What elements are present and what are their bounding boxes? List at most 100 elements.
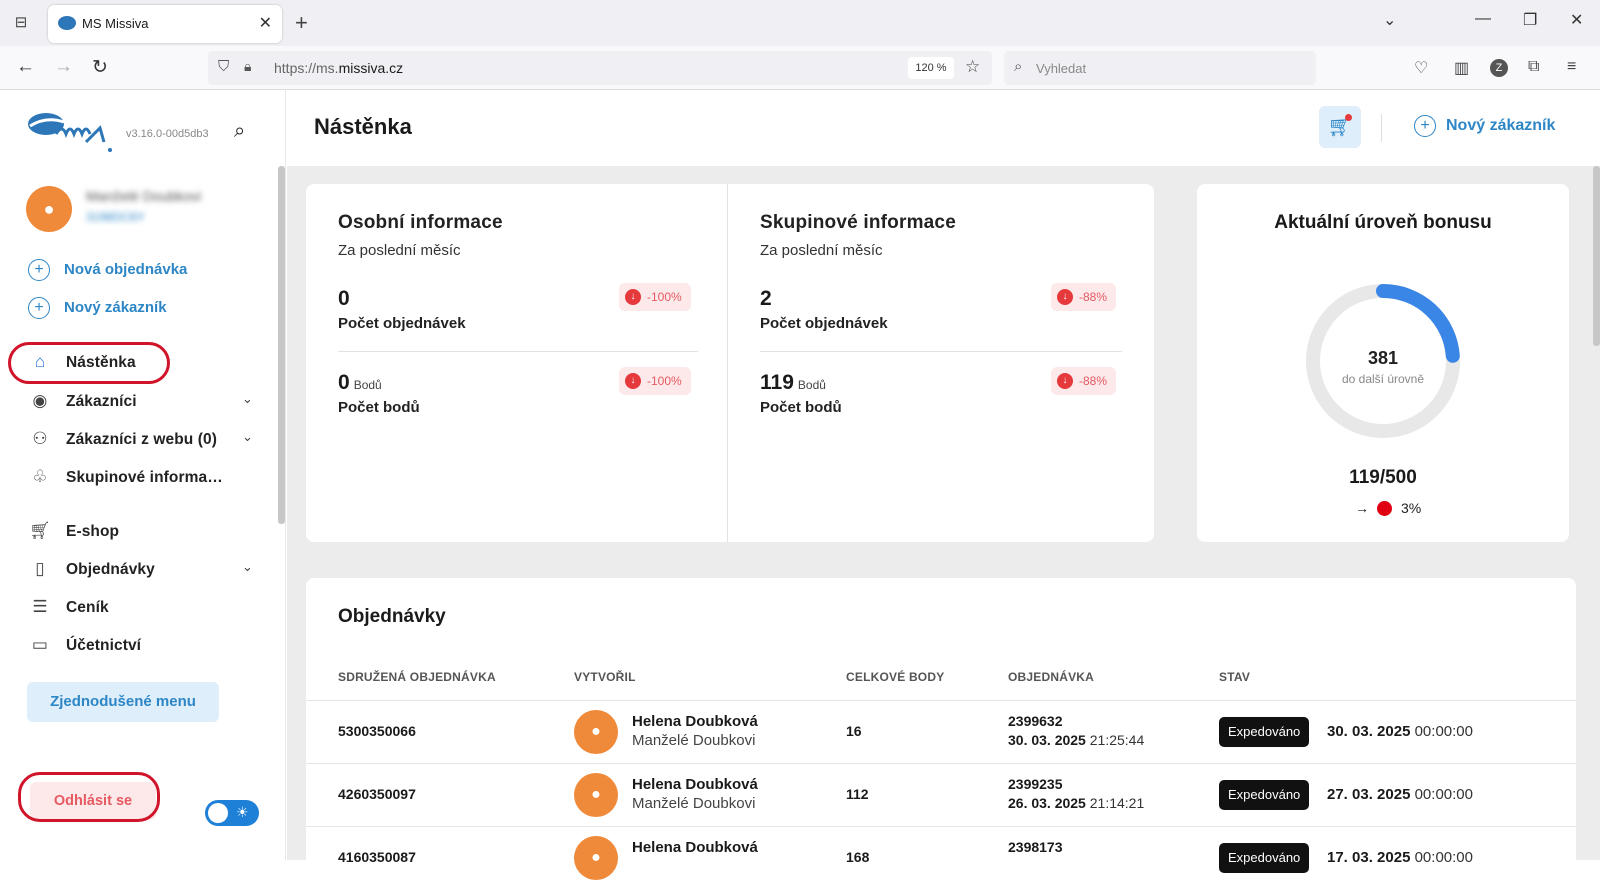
pocket-icon[interactable]: ♡ (1414, 58, 1428, 78)
url-bar[interactable]: ⛉ 🔒︎ https://ms.missiva.cz 120 % ☆ (208, 51, 992, 85)
creator-name: Helena Doubková (632, 776, 758, 793)
cart-icon: 🛒︎ (29, 521, 51, 540)
page-title: Nástěnka (314, 114, 412, 139)
sidebar-item-pricelist[interactable]: ☰ Ceník (28, 597, 109, 617)
forward-arrow-icon[interactable]: → (54, 56, 73, 78)
order-id[interactable]: 2398173 (1008, 839, 1063, 855)
user-icon: ● (43, 199, 55, 219)
new-order-button[interactable]: + Nová objednávka (28, 259, 187, 281)
main-scrollbar[interactable] (1593, 166, 1600, 346)
folder-icon: ▭ (31, 635, 49, 654)
sidebar-item-customers[interactable]: ◉ Zákazníci ⌄ (28, 391, 253, 411)
orders-card: Objednávky SDRUŽENÁ OBJEDNÁVKA VYTVOŘIL … (306, 578, 1576, 880)
highlight-annotation (18, 772, 160, 822)
table-row[interactable]: 4260350097 ● Helena Doubková Manželé Dou… (306, 763, 1576, 826)
tab-title: MS Missiva (82, 16, 149, 31)
clipboard-icon: ☰ (32, 597, 48, 616)
status-badge: Expedováno (1219, 843, 1310, 873)
creator-avatar: ● (574, 773, 618, 817)
reload-icon[interactable]: ↻ (92, 56, 108, 79)
user-circle-icon: ◉ (32, 391, 48, 410)
order-id[interactable]: 2399235 (1008, 776, 1063, 792)
status-datetime: 17. 03. 2025 00:00:00 (1327, 849, 1473, 866)
bonus-next-level: → 3% (1355, 500, 1422, 516)
window-close-icon[interactable]: ✕ (1570, 10, 1583, 30)
restore-icon[interactable]: ❐ (1523, 10, 1537, 30)
cart-button[interactable]: 🛒︎ (1319, 106, 1361, 148)
close-icon[interactable]: ✕ (259, 13, 272, 33)
tree-icon: ♧ (32, 467, 48, 486)
info-card: Osobní informace Za poslední měsíc 0 ↓ -1… (306, 184, 1154, 542)
divider (727, 184, 728, 542)
theme-toggle[interactable]: ☀ (205, 800, 259, 826)
personal-info-title: Osobní informace (338, 212, 503, 233)
tab-list-icon[interactable]: ⊟ (10, 13, 32, 33)
personal-points-value: 0 Bodů (338, 371, 382, 394)
account-icon[interactable]: Z (1490, 59, 1508, 77)
column-header[interactable]: STAV (1219, 670, 1250, 684)
shield-icon[interactable]: ⛉ (218, 58, 229, 75)
chevron-down-icon[interactable]: ⌄ (242, 429, 253, 445)
bonus-card: Aktuální úroveň bonusu 381 do další úrov… (1197, 184, 1569, 542)
lock-icon[interactable]: 🔒︎ (244, 58, 251, 75)
back-arrow-icon[interactable]: ← (16, 56, 35, 78)
column-header[interactable]: CELKOVÉ BODY (846, 670, 944, 684)
search-icon[interactable]: ⌕ (234, 120, 245, 143)
chevron-down-icon[interactable]: ⌄ (242, 391, 253, 407)
column-header[interactable]: VYTVOŘIL (574, 670, 636, 684)
zoom-level[interactable]: 120 % (908, 57, 954, 79)
group-order-id[interactable]: 4260350097 (338, 786, 416, 802)
sidebar-item-web-customers[interactable]: ⚇ Zákazníci z webu (0) ⌄ (28, 429, 253, 449)
status-datetime: 27. 03. 2025 00:00:00 (1327, 786, 1473, 803)
extensions-icon[interactable]: ⧉ (1528, 58, 1539, 76)
plus-icon: + (1414, 115, 1436, 137)
missiva-logo[interactable] (26, 108, 116, 154)
next-level-dot (1377, 500, 1392, 516)
menu-icon[interactable]: ≡ (1567, 58, 1576, 76)
chevron-down-icon[interactable]: ⌄ (1383, 10, 1396, 30)
personal-orders-value: 0 (338, 287, 350, 310)
simplified-menu-button[interactable]: Zjednodušené menu (27, 682, 219, 722)
library-icon[interactable]: ▥ (1454, 58, 1469, 78)
new-tab-plus-icon[interactable]: + (295, 10, 308, 36)
column-header[interactable]: SDRUŽENÁ OBJEDNÁVKA (338, 670, 496, 684)
url-text[interactable]: https://ms.missiva.cz (274, 60, 403, 76)
star-icon[interactable]: ☆ (965, 57, 980, 77)
user-avatar[interactable]: ● (26, 186, 72, 232)
table-row[interactable]: 4160350087 ● Helena Doubková 168 2398173… (306, 826, 1576, 889)
group-orders-label: Počet objednávek (760, 315, 888, 332)
browser-tabbar: ⊟ MS Missiva ✕ + ⌄ — ❐ ✕ (0, 0, 1600, 46)
group-orders-change: ↓ -88% (1051, 283, 1117, 311)
column-header[interactable]: OBJEDNÁVKA (1008, 670, 1094, 684)
arrow-right-icon: → (1355, 500, 1369, 516)
document-icon: ▯ (35, 559, 45, 578)
total-points: 112 (846, 786, 869, 802)
chevron-down-icon[interactable]: ⌄ (242, 559, 253, 575)
personal-points-change: ↓ -100% (619, 367, 691, 395)
order-id[interactable]: 2399632 (1008, 713, 1063, 729)
status-badge: Expedováno (1219, 780, 1310, 810)
browser-search-input[interactable]: ⌕ Vyhledat (1004, 51, 1316, 85)
group-order-id[interactable]: 4160350087 (338, 849, 416, 865)
sidebar-item-group-info[interactable]: ♧ Skupinové informa… (28, 467, 223, 487)
personal-info-subtitle: Za poslední měsíc (338, 242, 461, 259)
sidebar-scrollbar[interactable] (278, 166, 285, 524)
sidebar-item-accounting[interactable]: ▭ Účetnictví (28, 635, 141, 655)
arrow-down-icon: ↓ (625, 372, 641, 389)
people-icon: ⚇ (32, 429, 48, 448)
plus-icon: + (28, 259, 50, 281)
creator-avatar: ● (574, 710, 618, 754)
minimize-icon[interactable]: — (1475, 10, 1491, 28)
table-row[interactable]: 5300350066 ● Helena Doubková Manželé Dou… (306, 700, 1576, 763)
personal-orders-label: Počet objednávek (338, 315, 466, 332)
sidebar-item-eshop[interactable]: 🛒︎ E-shop (28, 521, 119, 541)
browser-tab[interactable]: MS Missiva ✕ (48, 5, 282, 43)
user-name: Manželé Doubkovi (86, 188, 202, 204)
new-customer-button[interactable]: + Nový zákazník (28, 297, 167, 319)
user-id: 3198DC6Y (86, 210, 145, 224)
group-points-label: Počet bodů (760, 399, 842, 416)
new-customer-header-button[interactable]: + Nový zákazník (1414, 115, 1555, 137)
divider (760, 351, 1122, 352)
group-order-id[interactable]: 5300350066 (338, 723, 416, 739)
sidebar-item-orders[interactable]: ▯ Objednávky ⌄ (28, 559, 253, 579)
